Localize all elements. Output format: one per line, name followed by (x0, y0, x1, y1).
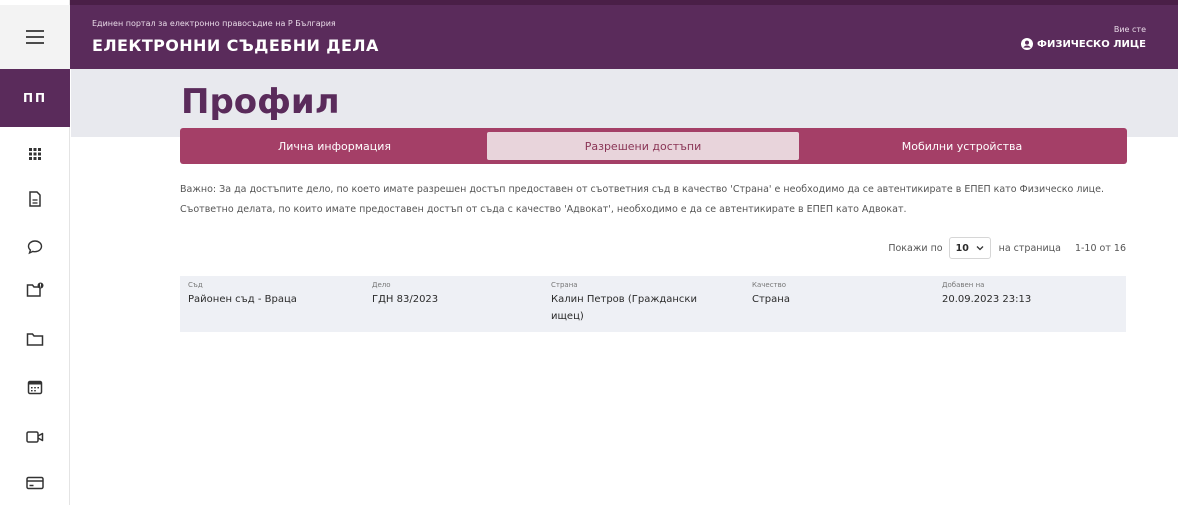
column-label-party: Страна (551, 281, 578, 289)
case-value: ГДН 83/2023 (372, 294, 439, 305)
show-per-page-label: Покажи по (888, 242, 943, 254)
pagination-controls: Покажи по 10 на страница 1-10 от 16 (888, 237, 1126, 259)
menu-button[interactable] (0, 5, 70, 69)
cell-case: Дело ГДН 83/2023 (372, 281, 542, 308)
table-row[interactable]: Съд Районен съд - Враца Дело ГДН 83/2023… (180, 276, 1126, 332)
portal-subtitle: Единен портал за електронно правосъдие н… (92, 19, 336, 28)
grid-icon (29, 148, 41, 160)
chat-icon (27, 240, 43, 255)
sidebar-item-cases[interactable] (0, 316, 70, 362)
cell-party: Страна Калин Петров (Граждански ищец) (551, 281, 723, 325)
portal-title[interactable]: ЕЛЕКТРОННИ СЪДЕБНИ ДЕЛА (92, 36, 379, 55)
per-page-suffix: на страница (998, 242, 1061, 254)
folder-alert-icon (26, 282, 44, 297)
per-page-select[interactable]: 10 (948, 237, 991, 259)
cell-added: Добавен на 20.09.2023 23:13 (942, 281, 1112, 308)
cell-court: Съд Районен съд - Враца (188, 281, 358, 308)
added-value: 20.09.2023 23:13 (942, 294, 1032, 305)
column-label-added: Добавен на (942, 281, 985, 289)
tab-permitted-access[interactable]: Разрешени достъпи (487, 132, 799, 160)
column-label-case: Дело (372, 281, 391, 289)
chevron-down-icon (976, 246, 984, 251)
sidebar-item-calendar[interactable] (0, 364, 70, 410)
tab-personal-info[interactable]: Лична информация (184, 132, 485, 160)
tab-mobile-devices[interactable]: Мобилни устройства (799, 132, 1125, 160)
user-role-button[interactable]: ФИЗИЧЕСКО ЛИЦЕ (1021, 38, 1146, 50)
user-role-label: ФИЗИЧЕСКО ЛИЦЕ (1037, 38, 1146, 50)
you-are-label: Вие сте (1113, 25, 1146, 34)
video-icon (26, 431, 44, 443)
party-value: Калин Петров (Граждански ищец) (551, 294, 697, 322)
folder-icon (26, 333, 44, 346)
profile-tabs: Лична информация Разрешени достъпи Мобил… (180, 128, 1127, 164)
per-page-value: 10 (955, 242, 969, 254)
user-circle-icon (1021, 38, 1034, 50)
column-label-capacity: Качество (752, 281, 787, 289)
top-header: Единен портал за електронно правосъдие н… (70, 5, 1178, 69)
court-value: Районен съд - Враца (188, 294, 297, 305)
pagination-range: 1-10 от 16 (1074, 242, 1126, 254)
sidebar-item-video[interactable] (0, 414, 70, 460)
sidebar: ПП (0, 0, 70, 505)
menu-icon (26, 30, 44, 44)
sidebar-item-payments[interactable] (0, 460, 70, 505)
cell-capacity: Качество Страна (752, 281, 902, 308)
capacity-value: Страна (752, 294, 790, 305)
user-initials[interactable]: ПП (0, 69, 70, 127)
sidebar-item-messages[interactable] (0, 224, 70, 270)
page-title: Профил (181, 82, 340, 122)
sidebar-item-cases-alert[interactable] (0, 267, 70, 313)
sidebar-item-dashboard[interactable] (0, 131, 70, 177)
calendar-icon (27, 380, 43, 395)
document-icon (29, 191, 41, 207)
access-notice: Важно: За да достъпите дело, по което им… (180, 184, 1104, 215)
column-label-court: Съд (188, 281, 203, 289)
card-icon (26, 476, 44, 490)
sidebar-item-documents[interactable] (0, 176, 70, 222)
